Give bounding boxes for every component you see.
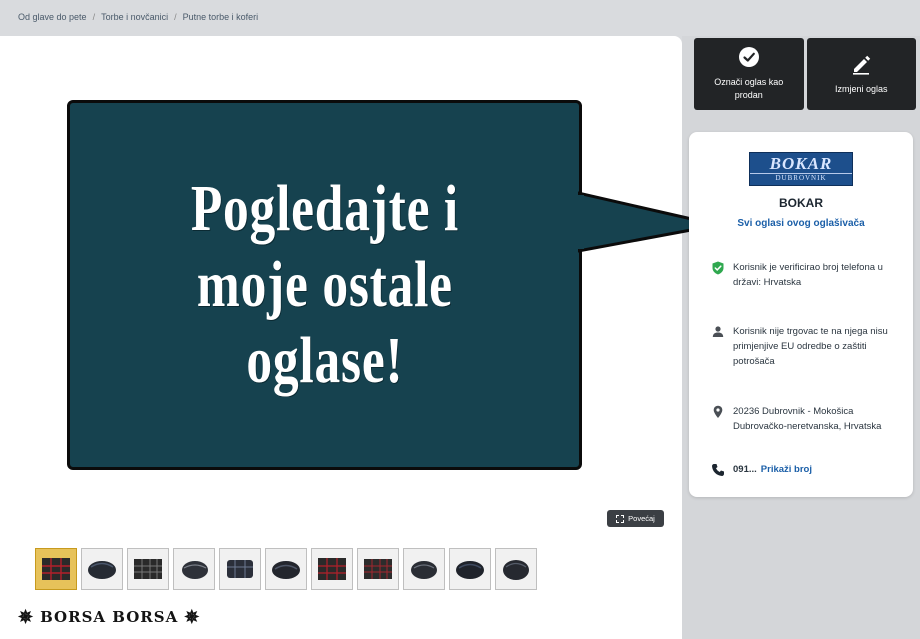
bag-photo-icon [411,561,437,579]
trader-note-text: Korisnik nije trgovac te na njega nisu p… [733,326,888,367]
breadcrumb-item-putne-torbe[interactable]: Putne torbe i koferi [183,12,259,22]
thumbnail[interactable] [81,548,123,590]
snowflake-icon: ✵ [184,606,201,628]
snowflake-icon: ✵ [18,606,35,628]
expand-icon [616,514,625,523]
phone-icon [712,464,724,476]
bag-photo-icon [42,558,70,580]
person-icon [712,326,724,337]
trader-note-row: Korisnik nije trgovac te na njega nisu p… [711,324,901,369]
check-circle-icon [738,47,759,67]
bag-photo-icon [456,561,484,579]
thumbnail[interactable] [357,548,399,590]
thumbnail[interactable] [403,548,445,590]
verified-phone-row: Korisnik je verificirao broj telefona u … [711,260,901,290]
thumbnail[interactable] [449,548,491,590]
promo-text: Pogledajte i moje ostale oglase! [190,171,458,399]
breadcrumb-separator: / [174,12,177,22]
edit-ad-button[interactable]: Izmjeni oglas [806,38,916,110]
bag-photo-icon [503,560,529,580]
mark-sold-label: Označi oglas kao prodan [714,77,784,100]
bag-photo-icon [227,560,253,578]
footer-tag-text: BORSA BORSA [40,608,179,626]
thumbnail-strip [35,548,537,590]
thumbnail[interactable] [311,548,353,590]
show-phone-link[interactable]: Prikaži broj [761,462,812,477]
bag-photo-icon [182,561,208,579]
seller-logo-subtitle: DUBROVNIK [750,173,852,183]
edit-ad-label: Izmjeni oglas [834,83,888,94]
zoom-label: Povećaj [628,514,655,523]
promo-line-3: oglase! [245,324,403,397]
ad-owner-actions: Označi oglas kao prodan Izmjeni oglas [694,38,916,110]
location-pin-icon [713,405,723,418]
location-row: 20236 Dubrovnik - Mokošica Dubrovačko-ne… [711,404,901,434]
thumbnail[interactable] [127,548,169,590]
bag-photo-icon [88,561,116,579]
thumbnail[interactable] [35,548,77,590]
seller-logo[interactable]: BOKAR DUBROVNIK [749,152,853,186]
promo-speech-bubble: Pogledajte i moje ostale oglase! [67,100,582,470]
mark-sold-button[interactable]: Označi oglas kao prodan [694,38,804,110]
thumbnail[interactable] [265,548,307,590]
bag-photo-icon [134,559,162,579]
breadcrumb-separator: / [92,12,96,22]
thumbnail[interactable] [173,548,215,590]
verified-phone-text: Korisnik je verificirao broj telefona u … [733,262,883,288]
seller-card: BOKAR DUBROVNIK BOKAR Svi oglasi ovog og… [689,132,913,497]
phone-row: 091... Prikaži broj [711,462,901,477]
footer-decorative-tag: ✵ BORSA BORSA ✵ [18,606,200,628]
pencil-icon [853,55,871,75]
breadcrumb-item-torbe[interactable]: Torbe i novčanici [101,12,168,22]
promo-line-2: moje ostale [196,248,453,321]
breadcrumb: Od glave do pete / Torbe i novčanici / P… [18,12,258,22]
thumbnail[interactable] [219,548,261,590]
verified-shield-icon [712,261,724,275]
promo-line-1: Pogledajte i [190,172,459,245]
seller-logo-wordmark: BOKAR [769,154,833,173]
bag-photo-icon [272,561,300,579]
zoom-button[interactable]: Povećaj [607,510,664,527]
phone-number-prefix: 091... [733,464,757,475]
bag-photo-icon [318,558,346,580]
seller-name: BOKAR [779,196,823,210]
all-ads-link[interactable]: Svi oglasi ovog oglašivača [689,218,913,229]
bag-photo-icon [364,559,392,579]
breadcrumb-item-od-glave-do-pete[interactable]: Od glave do pete [18,12,87,22]
location-text: 20236 Dubrovnik - Mokošica Dubrovačko-ne… [733,406,882,432]
thumbnail[interactable] [495,548,537,590]
